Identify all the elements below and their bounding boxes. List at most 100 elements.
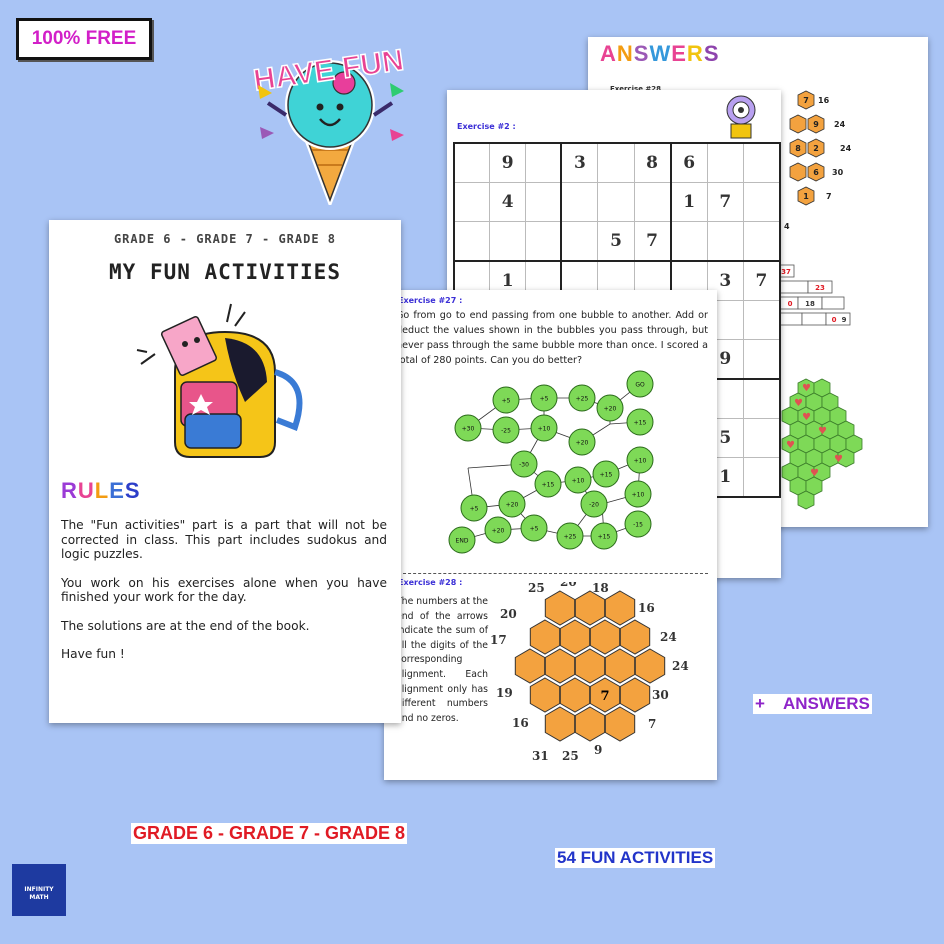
maze-bubble: +20 — [498, 490, 526, 518]
svg-text:7: 7 — [826, 192, 832, 201]
svg-text:-15: -15 — [633, 522, 643, 529]
maze-bubble: +30 — [454, 414, 482, 442]
sudoku-cell: 6 — [670, 142, 708, 183]
maze-bubble: GO — [626, 370, 654, 398]
svg-text:-25: -25 — [501, 428, 511, 435]
maze-bubble: +15 — [626, 408, 654, 436]
svg-text:+10: +10 — [634, 458, 647, 465]
infinity-math-logo: INFINITY MATH — [12, 864, 66, 916]
svg-text:37: 37 — [781, 268, 791, 276]
sudoku-cell — [489, 221, 527, 262]
answers-hearts-grid: ♥ ♥ ♥ ♥ ♥ ♥ ♥ — [781, 378, 863, 510]
exercise-27-text: Go from go to end passing from one bubbl… — [396, 310, 708, 366]
maze-bubble: +25 — [568, 384, 596, 412]
maze-bubble: +10 — [564, 466, 592, 494]
svg-text:+25: +25 — [564, 534, 577, 541]
hex-cell — [544, 590, 576, 626]
svg-text:30: 30 — [832, 168, 844, 177]
free-badge: 100% FREE — [16, 18, 152, 60]
svg-text:END: END — [456, 538, 469, 545]
sudoku-cell — [560, 182, 599, 222]
maze-bubble: +5 — [460, 494, 488, 522]
svg-text:1: 1 — [803, 192, 809, 201]
maze-bubble: +10 — [530, 414, 558, 442]
hex-clue-number: 24 — [672, 659, 689, 673]
svg-text:0: 0 — [832, 316, 837, 324]
exercise-2-label: Exercise #2 : — [457, 122, 516, 131]
maze-bubble: -15 — [624, 510, 652, 538]
plus-sign: + — [755, 694, 765, 713]
sudoku-cell — [706, 142, 744, 183]
hex-cell — [604, 706, 636, 742]
exercise-28-text: The numbers at the end of the arrows ind… — [396, 596, 488, 724]
answers-title: ANSWERS — [600, 41, 720, 66]
rules-paragraph: The "Fun activities" part is a part that… — [61, 518, 387, 561]
maze-bubble: +15 — [534, 470, 562, 498]
svg-text:+10: +10 — [538, 426, 551, 433]
hex-cell — [544, 648, 576, 684]
sudoku-cell — [742, 378, 781, 419]
hex-clue-number: 9 — [594, 743, 602, 757]
svg-text:7: 7 — [803, 96, 809, 105]
sudoku-row: 57 — [453, 221, 781, 262]
hex-cell — [544, 706, 576, 742]
hex-cell — [574, 590, 606, 626]
maze-bubble: +5 — [492, 386, 520, 414]
svg-text:-30: -30 — [519, 462, 529, 469]
hex-clue-number: 20 — [500, 607, 517, 621]
hex-clue-number: 30 — [652, 688, 669, 702]
sudoku-cell — [670, 221, 708, 262]
hex-clue-number: 25 — [528, 582, 545, 595]
answers-pyramid: 37 23 0 0 18 9 — [778, 264, 851, 326]
svg-text:-20: -20 — [589, 502, 599, 509]
maze-bubble: +25 — [556, 522, 584, 550]
svg-text:0: 0 — [788, 300, 793, 308]
answers-hex-puzzle: 7 9 8 2 6 1 16 24 24 30 7 4 — [784, 90, 852, 231]
sudoku-cell — [633, 182, 672, 222]
hex-clue-number: 17 — [490, 633, 507, 647]
maze-bubble: +10 — [626, 446, 654, 474]
hex-given-value: 7 — [600, 689, 609, 704]
sudoku-cell: 5 — [597, 221, 635, 262]
svg-text:+25: +25 — [576, 396, 589, 403]
robot-icon — [726, 95, 756, 139]
activities-count-caption: 54 FUN ACTIVITIES — [555, 848, 716, 868]
hex-cell — [514, 648, 546, 684]
svg-text:+20: +20 — [492, 528, 505, 535]
svg-text:6: 6 — [813, 168, 819, 177]
rules-paragraph: Have fun ! — [61, 647, 125, 661]
sudoku-cell: 7 — [633, 221, 672, 262]
sudoku-cell — [742, 182, 781, 222]
hex-cell — [589, 619, 621, 655]
sudoku-cell: 7 — [742, 260, 781, 301]
hex-puzzle: 7 25 20 18 16 24 24 30 7 20 17 19 16 31 25 9 — [490, 582, 689, 763]
hex-cell — [604, 648, 636, 684]
maze-bubble: +5 — [530, 384, 558, 412]
hex-cell — [559, 677, 591, 713]
svg-text:+15: +15 — [542, 482, 555, 489]
hex-cell — [619, 677, 651, 713]
svg-text:4: 4 — [784, 222, 790, 231]
sudoku-row: 4 17 — [453, 182, 781, 222]
hex-clue-number: 19 — [496, 686, 513, 700]
svg-text:+15: +15 — [598, 534, 611, 541]
svg-text:+15: +15 — [634, 420, 647, 427]
svg-text:+5: +5 — [502, 398, 511, 405]
hex-cell — [619, 619, 651, 655]
hex-clue-number: 16 — [638, 601, 655, 615]
svg-text:♥: ♥ — [794, 398, 803, 409]
sudoku-cell — [742, 142, 781, 183]
svg-text:16: 16 — [818, 96, 830, 105]
grade-caption: GRADE 6 - GRADE 7 - GRADE 8 — [131, 823, 408, 844]
hex-clue-number: 18 — [592, 582, 609, 595]
svg-text:+30: +30 — [462, 426, 475, 433]
svg-text:+15: +15 — [600, 472, 613, 479]
sudoku-cell — [453, 182, 491, 222]
cover-title: MY FUN ACTIVITIES — [109, 260, 341, 284]
maze-bubble: +10 — [624, 480, 652, 508]
hex-cell — [604, 590, 636, 626]
svg-text:18: 18 — [805, 300, 815, 308]
sudoku-cell — [525, 142, 563, 183]
hex-cell — [529, 619, 561, 655]
sudoku-cell — [742, 300, 781, 340]
